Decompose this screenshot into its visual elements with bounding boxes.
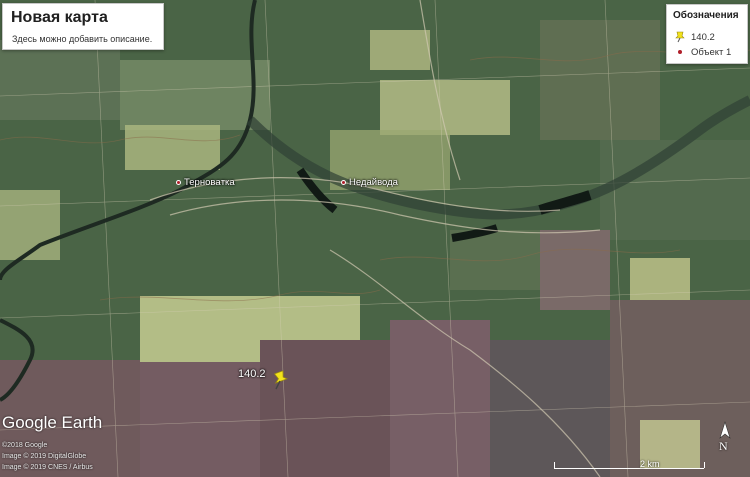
placemark-label[interactable]: 140.2 (238, 368, 266, 380)
place-label-ternovatka[interactable]: Терновaтка (176, 177, 235, 188)
compass-label: N (719, 439, 728, 453)
yellow-pushpin-icon (673, 30, 687, 44)
place-dot-icon (176, 179, 181, 185)
imagery-credits: ©2018 Google Image © 2019 DigitalGlobe I… (2, 442, 93, 471)
scale-bar: 2 km (554, 459, 705, 474)
legend-item-label: 140.2 (691, 31, 715, 43)
map-view[interactable]: Новая карта Здесь можно добавить описани… (0, 0, 750, 477)
north-arrow-icon[interactable]: N (712, 420, 738, 461)
yellow-pushpin-icon[interactable] (271, 370, 291, 390)
map-legend[interactable]: Обозначения 140.2 Объект 1 (666, 4, 748, 64)
red-dot-icon (673, 45, 687, 59)
legend-item-placemark[interactable]: 140.2 (673, 30, 715, 44)
place-dot-icon (341, 179, 346, 185)
legend-item-object[interactable]: Объект 1 (673, 45, 731, 59)
scale-label: 2 km (640, 459, 660, 469)
legend-heading: Обозначения (673, 10, 739, 21)
map-imagery (0, 0, 750, 477)
google-earth-logo: Google Earth (2, 413, 103, 432)
map-title-card[interactable]: Новая карта Здесь можно добавить описани… (2, 3, 164, 50)
map-description: Здесь можно добавить описание. (12, 34, 153, 44)
place-label-nedaivoda[interactable]: Недайвода (341, 177, 398, 188)
legend-item-label: Объект 1 (691, 46, 732, 58)
map-title: Новая карта (11, 9, 108, 26)
